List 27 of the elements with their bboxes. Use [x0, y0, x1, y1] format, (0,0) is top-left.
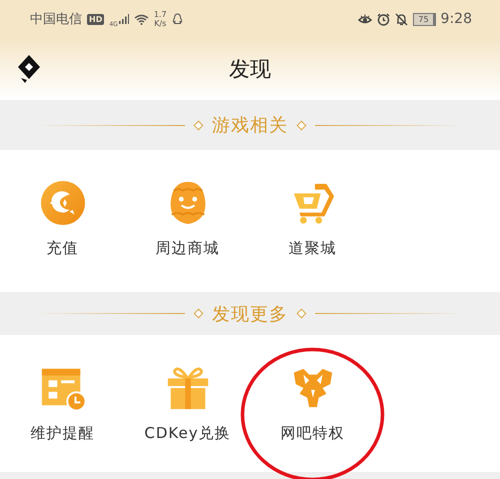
feature-label[interactable]: 维护提醒 — [30, 424, 94, 443]
speed-value: 1.7 — [154, 10, 167, 19]
diamond-ornament — [296, 120, 306, 130]
diamond-ornament — [194, 308, 204, 318]
battery-indicator: 75 — [413, 12, 436, 26]
signal-icon — [118, 14, 129, 24]
penguin-icon — [172, 13, 183, 25]
feature-label[interactable]: 道聚城 — [288, 239, 336, 258]
page-title: 发现 — [229, 56, 271, 83]
hd-badge: HD — [87, 14, 104, 24]
wifi-icon — [134, 14, 149, 24]
section-title: 发现更多 — [212, 302, 288, 326]
feature-label[interactable]: 充值 — [46, 239, 78, 258]
bell-off-icon — [395, 12, 408, 26]
carrier-name: 中国电信 — [30, 11, 82, 28]
diamond-ornament — [296, 308, 306, 318]
coin-icon[interactable] — [40, 180, 86, 226]
logo-icon[interactable] — [17, 54, 41, 84]
feature-label[interactable]: 周边商城 — [156, 239, 220, 258]
eye-icon — [358, 14, 372, 24]
clock-time: 9:28 — [440, 11, 472, 27]
speed-unit: K/s — [154, 19, 166, 28]
diamond-ornament — [194, 120, 204, 130]
feature-label[interactable]: CDKey兑换 — [144, 424, 231, 443]
feature-label[interactable]: 网吧特权 — [280, 424, 344, 443]
alarm-icon — [377, 12, 390, 26]
section-title: 游戏相关 — [212, 114, 288, 137]
